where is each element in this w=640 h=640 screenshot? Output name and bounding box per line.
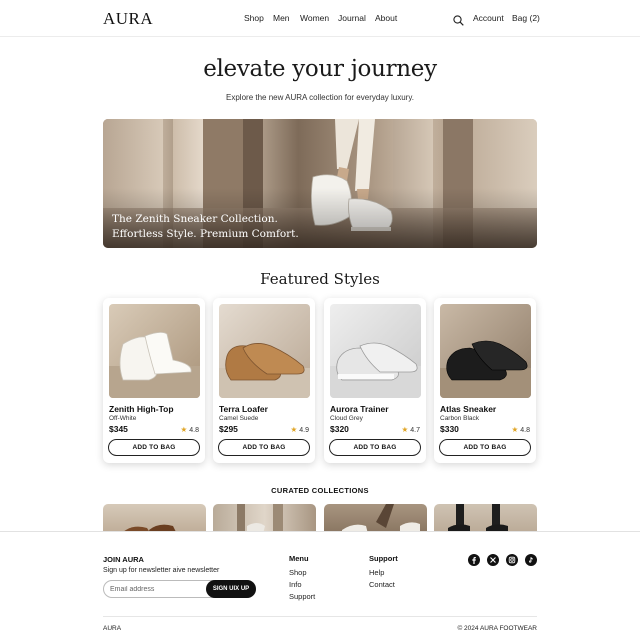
- banner-caption-line: Effortless Style. Premium Comfort.: [112, 227, 299, 240]
- top-navigation: AURA Shop Men Women Journal About Accoun…: [0, 0, 640, 37]
- banner-caption: The Zenith Sneaker Collection. Effortles…: [112, 212, 299, 241]
- product-rating: ★ 4.7: [402, 425, 420, 434]
- x-icon[interactable]: [487, 554, 499, 566]
- newsletter-description: Sign up for newsletter aive newsletter: [103, 567, 220, 574]
- product-price: $320: [330, 424, 349, 434]
- product-name[interactable]: Atlas Sneaker: [440, 404, 496, 414]
- product-name[interactable]: Zenith High-Top: [109, 404, 174, 414]
- collection-tile[interactable]: [103, 504, 206, 531]
- footer-link-contact[interactable]: Contact: [369, 580, 395, 589]
- product-card[interactable]: Atlas Sneaker Carbon Black $330 ★ 4.8 ADD…: [434, 298, 536, 463]
- featured-title: Featured Styles: [260, 270, 380, 288]
- instagram-icon[interactable]: [506, 554, 518, 566]
- site-footer: JOIN AURA Sign up for newsletter aive ne…: [0, 531, 640, 640]
- collection-tile[interactable]: [213, 504, 316, 531]
- product-card[interactable]: Aurora Trainer Cloud Grey $320 ★ 4.7 ADD …: [324, 298, 426, 463]
- hero-banner[interactable]: The Zenith Sneaker Collection. Effortles…: [103, 119, 537, 248]
- product-image[interactable]: [440, 304, 531, 398]
- star-icon: ★: [180, 425, 188, 434]
- bag-link[interactable]: Bag (2): [512, 13, 540, 23]
- product-price: $295: [219, 424, 238, 434]
- product-color: Camel Suede: [219, 415, 259, 422]
- nav-link-about[interactable]: About: [375, 13, 397, 23]
- add-to-bag-button[interactable]: ADD TO BAG: [218, 439, 310, 456]
- signup-button[interactable]: SIGN UIX UP: [206, 580, 256, 598]
- footer-link-help[interactable]: Help: [369, 568, 384, 577]
- footer-link-info[interactable]: Info: [289, 580, 302, 589]
- newsletter-title: JOIN AURA: [103, 555, 144, 564]
- star-icon: ★: [401, 425, 409, 434]
- product-price: $345: [109, 424, 128, 434]
- add-to-bag-button[interactable]: ADD TO BAG: [329, 439, 421, 456]
- curated-title: CURATED COLLECTIONS: [271, 486, 369, 495]
- footer-link-shop[interactable]: Shop: [289, 568, 307, 577]
- product-name[interactable]: Aurora Trainer: [330, 404, 389, 414]
- product-card[interactable]: Zenith High-Top Off-White $345 ★ 4.8 ADD …: [103, 298, 205, 463]
- tiktok-icon[interactable]: [525, 554, 537, 566]
- rating-value: 4.7: [410, 427, 420, 434]
- banner-caption-line: The Zenith Sneaker Collection.: [112, 213, 278, 225]
- add-to-bag-button[interactable]: ADD TO BAG: [108, 439, 200, 456]
- footer-support-title: Support: [369, 554, 398, 563]
- rating-value: 4.8: [520, 427, 530, 434]
- rating-value: 4.9: [299, 427, 309, 434]
- nav-link-journal[interactable]: Journal: [338, 13, 366, 23]
- facebook-icon[interactable]: [468, 554, 480, 566]
- product-color: Cloud Grey: [330, 415, 363, 422]
- nav-link-men[interactable]: Men: [273, 13, 290, 23]
- search-icon[interactable]: [453, 13, 464, 26]
- hero-subtitle: Explore the new AURA collection for ever…: [226, 93, 414, 102]
- nav-link-women[interactable]: Women: [300, 13, 329, 23]
- star-icon: ★: [511, 425, 519, 434]
- brand-logo[interactable]: AURA: [103, 9, 153, 29]
- footer-brand: AURA: [103, 625, 122, 632]
- footer-menu-title: Menu: [289, 554, 309, 563]
- footer-link-support[interactable]: Support: [289, 592, 315, 601]
- product-color: Carbon Black: [440, 415, 480, 422]
- product-name[interactable]: Terra Loafer: [219, 404, 268, 414]
- collection-tile[interactable]: [434, 504, 537, 531]
- rating-value: 4.8: [189, 427, 199, 434]
- product-image[interactable]: [109, 304, 200, 398]
- curated-collections: [103, 504, 537, 531]
- nav-link-shop[interactable]: Shop: [244, 13, 264, 23]
- account-link[interactable]: Account: [473, 13, 504, 23]
- product-grid: Zenith High-Top Off-White $345 ★ 4.8 ADD …: [103, 298, 537, 463]
- product-image[interactable]: [330, 304, 421, 398]
- product-card[interactable]: Terra Loafer Camel Suede $295 ★ 4.9 ADD T…: [213, 298, 315, 463]
- collection-tile[interactable]: [324, 504, 427, 531]
- footer-divider: [103, 616, 537, 617]
- product-rating: ★ 4.9: [291, 425, 309, 434]
- product-color: Off-White: [109, 415, 137, 422]
- product-rating: ★ 4.8: [181, 425, 199, 434]
- add-to-bag-button[interactable]: ADD TO BAG: [439, 439, 531, 456]
- copyright-text: © 2024 AURA FOOTWEAR: [457, 625, 537, 632]
- email-field[interactable]: [110, 583, 205, 596]
- product-image[interactable]: [219, 304, 310, 398]
- hero-title: elevate your journey: [203, 56, 437, 82]
- product-rating: ★ 4.8: [512, 425, 530, 434]
- star-icon: ★: [290, 425, 298, 434]
- product-price: $330: [440, 424, 459, 434]
